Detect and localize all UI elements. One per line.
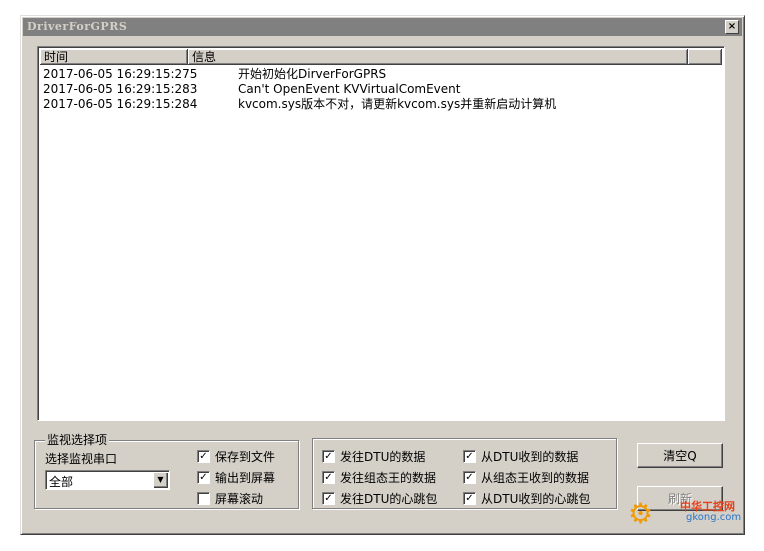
output-to-screen-checkbox[interactable]: ✓ 输出到屏幕 — [197, 469, 275, 486]
checkbox-box[interactable]: ✓ — [322, 492, 335, 505]
log-time: 2017-06-05 16:29:15:284 — [43, 97, 198, 111]
log-list[interactable]: 时间 信息 2017-06-05 16:29:15:275 开始初始化Dirve… — [37, 46, 725, 421]
save-to-file-checkbox[interactable]: ✓ 保存到文件 — [197, 448, 275, 465]
checkbox-label: 发往组态王的数据 — [340, 471, 437, 485]
main-window: DriverForGPRS × 时间 信息 2017-06-05 16:29:1… — [20, 15, 745, 535]
log-rows: 2017-06-05 16:29:15:275 开始初始化DirverForGP… — [40, 67, 722, 112]
checkbox-box[interactable]: ✓ — [463, 492, 476, 505]
checkbox-label: 屏幕滚动 — [215, 492, 264, 506]
chevron-down-icon[interactable]: ▼ — [153, 472, 168, 488]
filter-send-dtu-checkbox[interactable]: ✓ 发往DTU的数据 — [322, 448, 425, 465]
log-info: Can't OpenEvent KVVirtualComEvent — [238, 82, 461, 96]
port-select[interactable]: 全部 ▼ — [45, 470, 170, 490]
column-header-blank — [688, 49, 722, 65]
checkbox-label: 发往DTU的心跳包 — [340, 492, 438, 506]
screen-scroll-checkbox[interactable]: 屏幕滚动 — [197, 490, 263, 507]
checkbox-box[interactable]: ✓ — [463, 450, 476, 463]
log-row[interactable]: 2017-06-05 16:29:15:283 Can't OpenEvent … — [40, 82, 722, 97]
refresh-button[interactable]: 刷新 — [637, 486, 723, 511]
checkbox-label: 从DTU收到的数据 — [481, 450, 579, 464]
filter-recv-heartbeat-checkbox[interactable]: ✓ 从DTU收到的心跳包 — [463, 490, 590, 507]
title-bar[interactable]: DriverForGPRS × — [23, 18, 742, 36]
filter-send-kingview-checkbox[interactable]: ✓ 发往组态王的数据 — [322, 469, 436, 486]
port-label: 选择监视串口 — [45, 452, 118, 466]
port-select-value: 全部 — [49, 475, 74, 489]
checkbox-label: 发往DTU的数据 — [340, 450, 426, 464]
log-time: 2017-06-05 16:29:15:283 — [43, 82, 198, 96]
window-title: DriverForGPRS — [27, 20, 128, 33]
checkbox-box[interactable] — [197, 492, 210, 505]
column-header-info[interactable]: 信息 — [188, 49, 688, 65]
checkbox-box[interactable]: ✓ — [197, 450, 210, 463]
checkbox-box[interactable]: ✓ — [197, 471, 210, 484]
clear-button[interactable]: 清空Q — [637, 443, 723, 468]
checkbox-label: 从组态王收到的数据 — [481, 471, 590, 485]
checkbox-label: 输出到屏幕 — [215, 471, 276, 485]
checkbox-label: 保存到文件 — [215, 450, 276, 464]
checkbox-box[interactable]: ✓ — [463, 471, 476, 484]
filter-recv-kingview-checkbox[interactable]: ✓ 从组态王收到的数据 — [463, 469, 589, 486]
filter-recv-dtu-checkbox[interactable]: ✓ 从DTU收到的数据 — [463, 448, 578, 465]
close-button[interactable]: × — [725, 20, 739, 34]
log-time: 2017-06-05 16:29:15:275 — [43, 67, 198, 81]
log-row[interactable]: 2017-06-05 16:29:15:275 开始初始化DirverForGP… — [40, 67, 722, 82]
checkbox-label: 从DTU收到的心跳包 — [481, 492, 591, 506]
checkbox-box[interactable]: ✓ — [322, 471, 335, 484]
checkbox-box[interactable]: ✓ — [322, 450, 335, 463]
log-info: 开始初始化DirverForGPRS — [238, 67, 387, 81]
log-row[interactable]: 2017-06-05 16:29:15:284 kvcom.sys版本不对，请更… — [40, 97, 722, 112]
monitor-group-title: 监视选择项 — [45, 433, 110, 447]
column-header-time[interactable]: 时间 — [40, 49, 188, 65]
filter-send-heartbeat-checkbox[interactable]: ✓ 发往DTU的心跳包 — [322, 490, 437, 507]
log-info: kvcom.sys版本不对，请更新kvcom.sys并重新启动计算机 — [238, 97, 557, 111]
